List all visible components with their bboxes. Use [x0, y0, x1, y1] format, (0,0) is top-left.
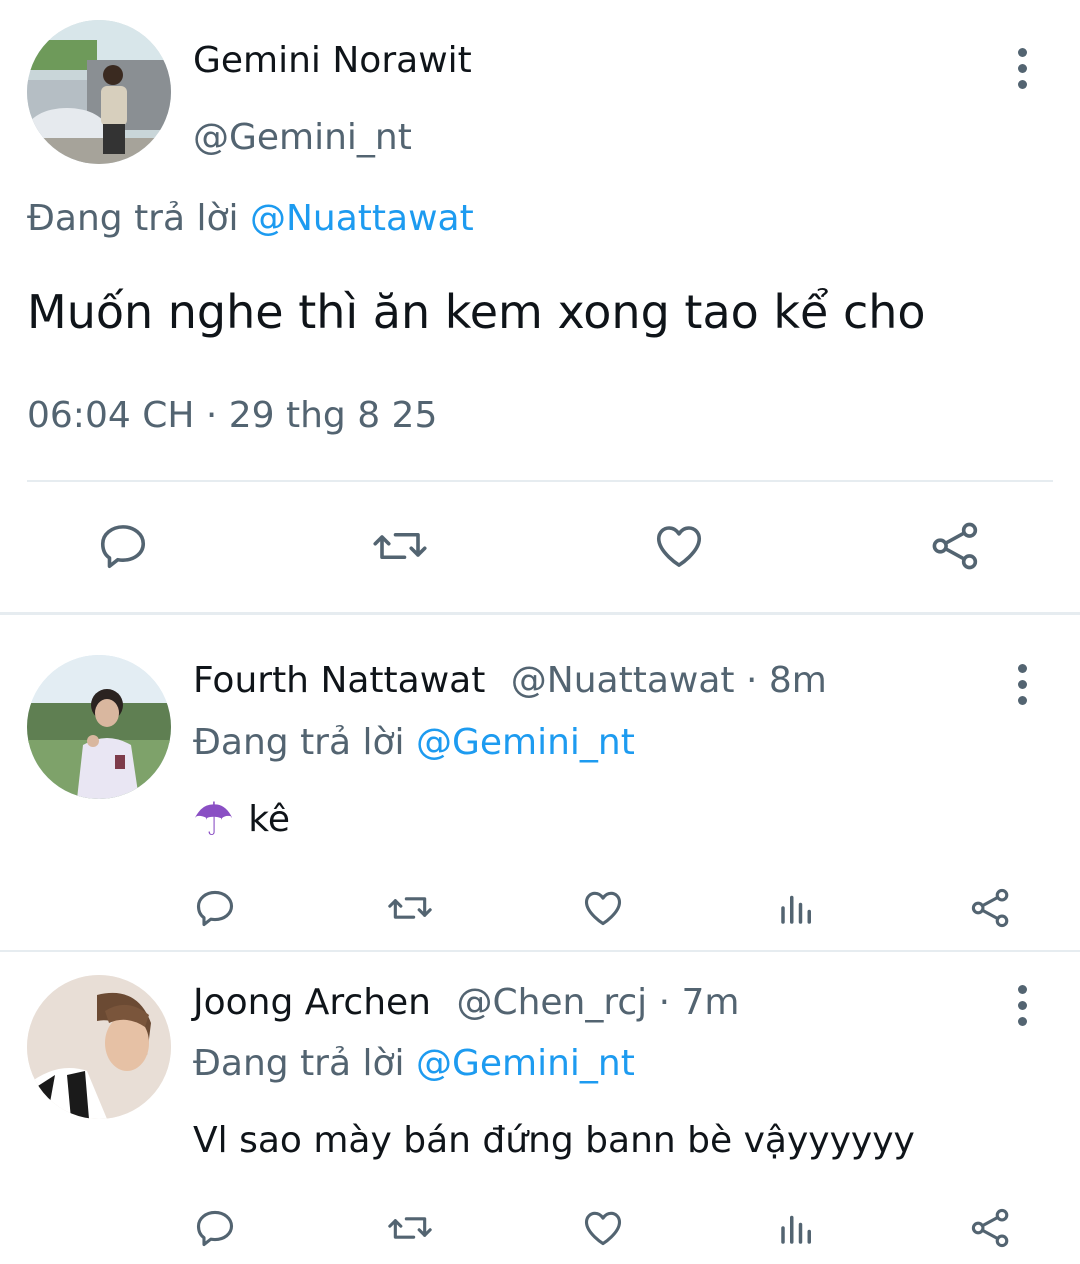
author-name[interactable]: Joong Archen: [193, 982, 431, 1023]
reply-prefix: Đang trả lời: [27, 198, 239, 239]
retweet-icon[interactable]: [370, 519, 430, 573]
reply-icon[interactable]: [193, 1206, 237, 1250]
author-handle[interactable]: @Chen_rcj: [456, 982, 647, 1023]
share-icon[interactable]: [968, 886, 1014, 930]
avatar[interactable]: [27, 20, 171, 164]
views-icon[interactable]: [776, 886, 818, 930]
reply-to-link[interactable]: @Gemini_nt: [416, 1043, 635, 1084]
like-icon[interactable]: [651, 519, 707, 573]
author-handle[interactable]: @Nuattawat: [511, 660, 735, 701]
share-icon[interactable]: [928, 519, 984, 573]
more-options-button[interactable]: [1002, 38, 1042, 98]
views-icon[interactable]: [776, 1206, 818, 1250]
avatar[interactable]: [27, 655, 171, 799]
reply-icon[interactable]: [96, 519, 150, 573]
reply-context: Đang trả lời @Gemini_nt: [193, 722, 635, 763]
retweet-icon[interactable]: [385, 886, 435, 930]
more-options-button[interactable]: [1002, 654, 1042, 714]
author-name[interactable]: Fourth Nattawat: [193, 660, 485, 701]
divider: [0, 950, 1080, 952]
umbrella-icon: ☂: [193, 792, 235, 846]
reply-text: Vl sao mày bán đứng bann bè vậyyyyyy: [193, 1120, 915, 1161]
reply-to-link[interactable]: @Nuattawat: [250, 198, 474, 239]
reply-header: Fourth Nattawat @Nuattawat · 8m: [193, 660, 827, 701]
reply-icon[interactable]: [193, 886, 237, 930]
reply-prefix: Đang trả lời: [193, 722, 405, 763]
reply-header: Joong Archen @Chen_rcj · 7m: [193, 982, 740, 1023]
author-handle[interactable]: @Gemini_nt: [193, 117, 412, 158]
retweet-icon[interactable]: [385, 1206, 435, 1250]
reply-context: Đang trả lời @Gemini_nt: [193, 1043, 635, 1084]
more-options-button[interactable]: [1002, 975, 1042, 1035]
like-icon[interactable]: [580, 886, 626, 930]
divider: [27, 480, 1053, 482]
reply-context: Đang trả lời @Nuattawat: [27, 198, 474, 239]
author-name[interactable]: Gemini Norawit: [193, 40, 472, 81]
section-divider: [0, 612, 1080, 615]
share-icon[interactable]: [968, 1206, 1014, 1250]
tweet-timestamp[interactable]: 06:04 CH · 29 thg 8 25: [27, 395, 437, 436]
reply-prefix: Đang trả lời: [193, 1043, 405, 1084]
reply-time[interactable]: · 7m: [659, 982, 740, 1023]
like-icon[interactable]: [580, 1206, 626, 1250]
tweet-text: ☂ kê: [193, 796, 290, 842]
avatar[interactable]: [27, 975, 171, 1119]
reply-text: kê: [248, 798, 290, 840]
tweet-text: Muốn nghe thì ăn kem xong tao kể cho: [27, 285, 926, 339]
reply-to-link[interactable]: @Gemini_nt: [416, 722, 635, 763]
reply-time[interactable]: · 8m: [746, 660, 827, 701]
